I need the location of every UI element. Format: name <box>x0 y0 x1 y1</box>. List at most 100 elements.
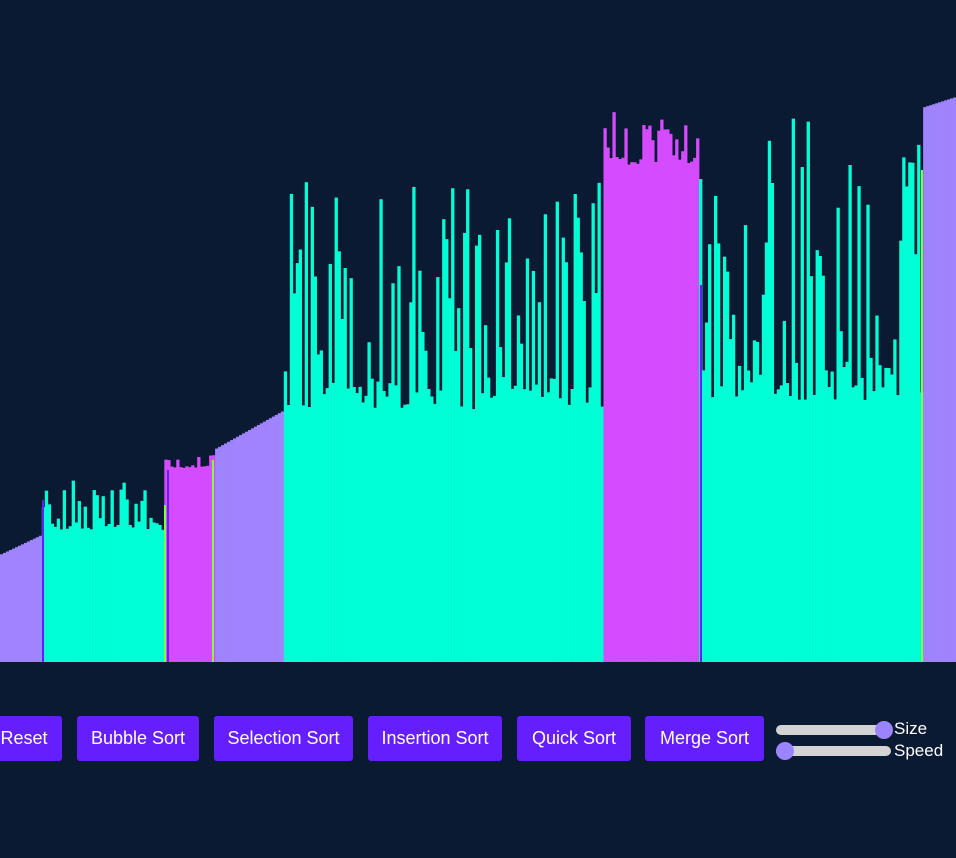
array-bar <box>809 276 813 662</box>
array-bar <box>200 466 204 662</box>
array-bar <box>74 522 78 662</box>
array-bar <box>944 100 948 662</box>
array-bar <box>77 501 81 662</box>
array-bar <box>439 390 443 662</box>
array-bar <box>194 467 198 662</box>
array-bar <box>92 490 96 662</box>
array-bar <box>197 457 201 662</box>
array-bar <box>119 489 123 662</box>
size-slider[interactable] <box>776 721 893 739</box>
array-bar <box>430 396 434 662</box>
array-bar <box>236 436 240 662</box>
array-bar <box>546 392 550 662</box>
array-bar <box>116 524 120 662</box>
array-bar <box>59 529 64 662</box>
array-bar <box>256 424 261 662</box>
array-bar <box>803 399 807 662</box>
array-bar <box>941 101 945 662</box>
array-bar <box>516 315 521 662</box>
array-bar <box>239 435 243 662</box>
array-bar <box>830 371 834 662</box>
array-bar <box>44 490 49 662</box>
array-bar <box>215 448 219 662</box>
array-bar <box>277 413 282 662</box>
speed-label: Speed <box>894 741 944 760</box>
array-bar <box>600 406 604 662</box>
array-bar <box>734 396 739 662</box>
array-bar <box>2 552 7 662</box>
reset-button[interactable]: Reset <box>0 716 62 761</box>
array-bar <box>627 164 631 662</box>
merge-sort-button[interactable]: Merge Sort <box>645 716 764 761</box>
array-bar <box>938 102 942 662</box>
array-bar <box>412 186 416 662</box>
selection-sort-button[interactable]: Selection Sort <box>214 716 353 761</box>
array-bar <box>391 283 395 662</box>
bubble-sort-button[interactable]: Bubble Sort <box>77 716 199 761</box>
array-bar <box>630 162 634 662</box>
array-bar <box>176 459 180 662</box>
array-bar <box>268 418 273 662</box>
array-bar <box>663 129 667 662</box>
array-bar <box>540 396 545 662</box>
array-bar <box>17 545 22 662</box>
array-bar <box>463 232 467 662</box>
array-bar <box>588 387 592 662</box>
array-bar <box>615 157 619 662</box>
array-bar <box>104 526 108 662</box>
array-bar <box>878 365 882 662</box>
array-bar <box>896 395 900 662</box>
array-bar <box>224 443 228 662</box>
array-bar <box>633 162 637 662</box>
array-bar <box>717 243 721 662</box>
array-bar <box>185 466 189 662</box>
array-bar <box>448 298 452 662</box>
speed-slider-thumb[interactable] <box>776 742 794 760</box>
array-bar <box>776 389 781 662</box>
array-bar <box>98 518 102 662</box>
insertion-sort-button[interactable]: Insertion Sort <box>368 716 502 761</box>
array-bar <box>131 527 135 662</box>
array-bar <box>902 157 906 662</box>
array-bar <box>394 385 398 662</box>
array-bar <box>579 252 583 662</box>
array-bar <box>110 490 114 662</box>
quick-sort-button[interactable]: Quick Sort <box>517 716 631 761</box>
array-bar <box>594 293 598 662</box>
array-bar <box>29 540 34 662</box>
array-bar <box>618 159 622 662</box>
array-bar <box>932 104 936 662</box>
array-bar <box>346 388 350 662</box>
array-bar <box>418 270 422 662</box>
array-bar <box>722 256 727 662</box>
array-bar <box>80 528 84 662</box>
array-bar <box>436 277 440 662</box>
array-bar <box>660 119 664 662</box>
array-bar <box>280 411 285 662</box>
array-bar <box>370 378 374 662</box>
array-bar <box>295 263 300 662</box>
array-bar <box>227 441 231 662</box>
array-bar <box>525 258 530 662</box>
array-bar <box>230 440 234 662</box>
speed-slider[interactable] <box>776 742 891 760</box>
array-bar <box>854 385 858 662</box>
array-bar <box>337 251 341 662</box>
array-bar <box>427 388 431 662</box>
array-bar <box>914 254 918 662</box>
array-bar <box>32 538 37 662</box>
array-bar <box>400 407 404 662</box>
array-bar <box>475 245 479 662</box>
array-bar <box>489 397 494 662</box>
array-bar <box>681 151 685 662</box>
array-bar <box>609 158 613 662</box>
array-bar <box>510 388 515 662</box>
array-bar <box>5 551 10 662</box>
array-bar <box>304 182 309 662</box>
size-slider-thumb[interactable] <box>875 721 893 739</box>
array-bar <box>711 397 715 662</box>
array-bar <box>262 421 267 662</box>
array-bar <box>47 504 52 662</box>
array-bar <box>905 186 909 662</box>
array-bar <box>806 121 810 662</box>
